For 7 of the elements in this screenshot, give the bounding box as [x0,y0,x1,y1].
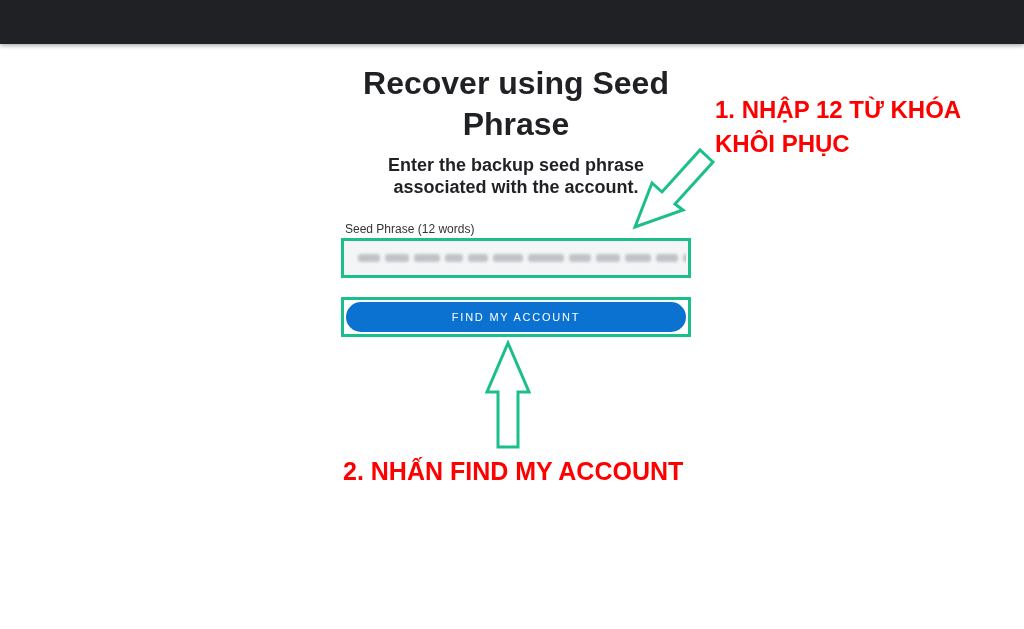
find-account-button[interactable]: FIND MY ACCOUNT [346,302,686,332]
page-title: Recover using Seed Phrase [362,64,670,144]
up-arrow-icon [485,340,531,449]
field-label: Seed Phrase (12 words) [344,221,476,237]
instruction-text: 1. NHẬP 12 TỪ KHÓA KHÔI PHỤC [715,95,962,159]
page-subtitle: Enter the backup seed phrase associated with the account. [386,154,646,198]
instruction-text: 2. NHẤN FIND MY ACCOUNT [343,456,684,487]
